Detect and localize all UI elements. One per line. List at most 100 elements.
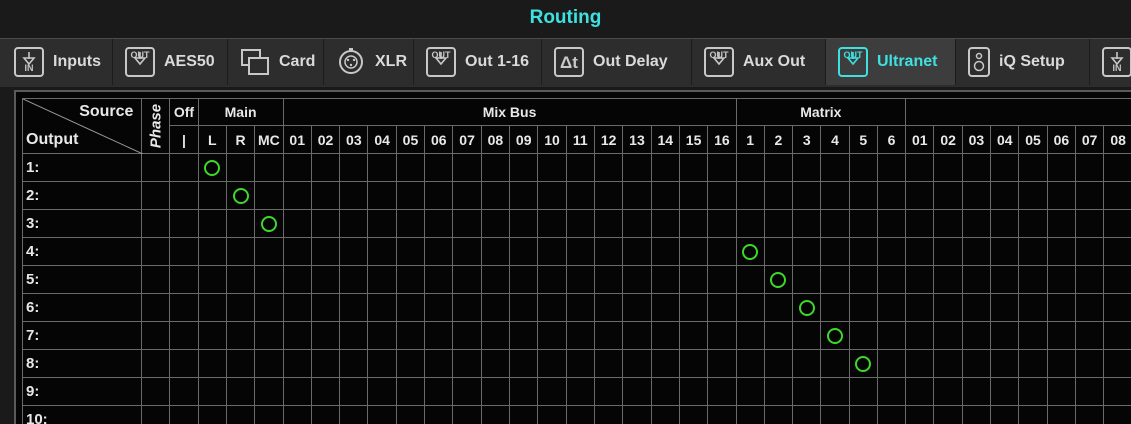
route-cell[interactable]	[651, 266, 679, 294]
tab-inputs-more[interactable]: IN	[1090, 39, 1131, 85]
route-cell[interactable]	[793, 210, 821, 238]
route-cell[interactable]	[1104, 238, 1131, 266]
route-cell[interactable]	[538, 154, 566, 182]
route-cell[interactable]	[991, 266, 1019, 294]
route-cell[interactable]	[906, 378, 934, 406]
route-cell[interactable]	[764, 266, 792, 294]
route-cell[interactable]	[311, 378, 339, 406]
route-cell[interactable]	[679, 210, 707, 238]
phase-cell[interactable]	[142, 266, 170, 294]
route-cell[interactable]	[849, 294, 877, 322]
route-cell[interactable]	[340, 378, 368, 406]
route-cell[interactable]	[877, 238, 905, 266]
route-cell[interactable]	[934, 266, 962, 294]
route-cell[interactable]	[283, 378, 311, 406]
route-cell[interactable]	[1104, 210, 1131, 238]
route-cell[interactable]	[1047, 322, 1075, 350]
route-cell[interactable]	[425, 406, 453, 424]
route-cell[interactable]	[623, 294, 651, 322]
route-cell[interactable]	[849, 378, 877, 406]
phase-cell[interactable]	[142, 238, 170, 266]
route-cell[interactable]	[934, 210, 962, 238]
route-cell[interactable]	[198, 210, 226, 238]
route-cell[interactable]	[311, 322, 339, 350]
route-cell[interactable]	[708, 406, 736, 424]
route-cell[interactable]	[821, 266, 849, 294]
route-cell[interactable]	[396, 266, 424, 294]
route-cell[interactable]	[962, 182, 990, 210]
route-cell[interactable]	[764, 378, 792, 406]
route-cell[interactable]	[877, 294, 905, 322]
route-cell[interactable]	[623, 406, 651, 424]
route-cell[interactable]	[453, 182, 481, 210]
route-cell[interactable]	[679, 238, 707, 266]
tab-out-1-16[interactable]: OUTOut 1-16	[414, 39, 542, 85]
route-cell[interactable]	[736, 378, 764, 406]
route-cell[interactable]	[255, 182, 283, 210]
route-cell[interactable]	[198, 154, 226, 182]
route-cell[interactable]	[821, 350, 849, 378]
route-cell[interactable]	[708, 266, 736, 294]
route-cell[interactable]	[764, 182, 792, 210]
route-cell[interactable]	[453, 238, 481, 266]
route-cell[interactable]	[510, 266, 538, 294]
route-cell[interactable]	[793, 406, 821, 424]
route-cell[interactable]	[226, 154, 254, 182]
route-cell[interactable]	[481, 266, 509, 294]
route-cell[interactable]	[1104, 350, 1131, 378]
route-cell[interactable]	[283, 266, 311, 294]
route-cell[interactable]	[821, 322, 849, 350]
route-cell[interactable]	[255, 210, 283, 238]
route-cell[interactable]	[1047, 406, 1075, 424]
route-cell[interactable]	[849, 154, 877, 182]
route-cell[interactable]	[1019, 182, 1047, 210]
route-cell[interactable]	[1076, 406, 1104, 424]
route-cell[interactable]	[311, 238, 339, 266]
route-cell[interactable]	[623, 182, 651, 210]
route-cell[interactable]	[651, 238, 679, 266]
route-cell[interactable]	[226, 294, 254, 322]
route-cell[interactable]	[906, 182, 934, 210]
route-cell[interactable]	[594, 266, 622, 294]
route-cell[interactable]	[1047, 154, 1075, 182]
route-cell[interactable]	[481, 322, 509, 350]
route-cell[interactable]	[340, 154, 368, 182]
route-cell[interactable]	[1076, 266, 1104, 294]
route-cell[interactable]	[736, 406, 764, 424]
route-cell[interactable]	[793, 322, 821, 350]
route-cell[interactable]	[170, 322, 198, 350]
route-cell[interactable]	[1076, 294, 1104, 322]
route-cell[interactable]	[1047, 350, 1075, 378]
route-cell[interactable]	[594, 322, 622, 350]
route-cell[interactable]	[368, 294, 396, 322]
route-cell[interactable]	[453, 350, 481, 378]
route-cell[interactable]	[368, 210, 396, 238]
route-cell[interactable]	[425, 238, 453, 266]
route-cell[interactable]	[1047, 266, 1075, 294]
route-cell[interactable]	[396, 238, 424, 266]
route-cell[interactable]	[962, 154, 990, 182]
route-cell[interactable]	[821, 238, 849, 266]
route-cell[interactable]	[566, 378, 594, 406]
phase-cell[interactable]	[142, 350, 170, 378]
route-cell[interactable]	[1019, 350, 1047, 378]
route-cell[interactable]	[594, 378, 622, 406]
route-cell[interactable]	[198, 238, 226, 266]
route-cell[interactable]	[962, 322, 990, 350]
route-cell[interactable]	[877, 182, 905, 210]
route-cell[interactable]	[736, 210, 764, 238]
route-cell[interactable]	[255, 406, 283, 424]
route-cell[interactable]	[594, 154, 622, 182]
route-cell[interactable]	[538, 378, 566, 406]
route-cell[interactable]	[538, 182, 566, 210]
route-cell[interactable]	[623, 350, 651, 378]
route-cell[interactable]	[934, 406, 962, 424]
route-cell[interactable]	[481, 378, 509, 406]
route-cell[interactable]	[1019, 266, 1047, 294]
route-cell[interactable]	[651, 406, 679, 424]
route-cell[interactable]	[679, 350, 707, 378]
route-cell[interactable]	[538, 322, 566, 350]
route-cell[interactable]	[198, 322, 226, 350]
route-cell[interactable]	[425, 294, 453, 322]
route-cell[interactable]	[679, 406, 707, 424]
